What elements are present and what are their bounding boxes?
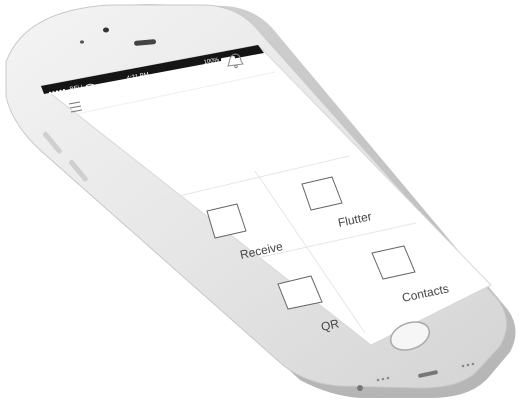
front-camera [103,27,109,33]
proximity-sensor [80,40,84,44]
headphone-jack [357,385,363,391]
phone-mockup: BELL 4:21 PM 100% Receive Flutter QR Con… [5,4,516,398]
